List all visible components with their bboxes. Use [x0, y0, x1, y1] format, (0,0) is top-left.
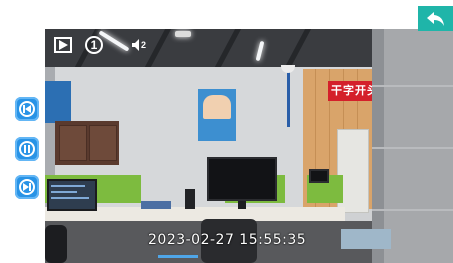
video-frame[interactable]: 干字开头 — [45, 29, 453, 263]
scene-cabinet-door — [59, 125, 87, 161]
scene-poster-left — [45, 81, 71, 123]
pause-button-frame — [15, 137, 39, 161]
scene-pillar — [372, 29, 453, 263]
pause-button[interactable] — [14, 136, 40, 162]
scene-red-sign: 干字开头 — [328, 81, 375, 101]
scene-pillar-shade — [372, 29, 384, 263]
scene-laptop-line — [51, 197, 89, 199]
previous-button[interactable] — [14, 96, 40, 122]
scene-monitor — [207, 157, 277, 201]
scene-cabinet-door — [89, 125, 117, 161]
play-icon[interactable] — [54, 37, 72, 53]
next-button-frame — [15, 175, 39, 199]
next-icon — [23, 183, 31, 191]
scene-ceiling-fixture — [175, 31, 191, 37]
back-arrow-icon — [426, 11, 444, 26]
scene-desk-items — [185, 189, 195, 209]
next-button[interactable] — [14, 174, 40, 200]
scene-monitor-small — [309, 169, 329, 183]
scene-pillar-seam — [372, 147, 453, 149]
scene-laptop — [47, 179, 97, 211]
channel-icon[interactable]: 1 — [85, 36, 103, 54]
previous-icon — [23, 105, 31, 113]
video-timestamp: 2023-02-27 15:55:35 — [148, 232, 307, 248]
next-button-ring — [19, 179, 35, 195]
previous-button-ring — [19, 101, 35, 117]
scene-pillar-seam — [372, 85, 453, 87]
back-button[interactable] — [418, 6, 453, 31]
scene-laptop-line — [51, 185, 85, 187]
scene-bag — [341, 229, 391, 249]
playback-progress[interactable] — [158, 255, 198, 258]
scene-blue-pole — [287, 67, 290, 127]
scene-poster-figures — [203, 95, 231, 119]
scene-desk-items — [141, 201, 171, 209]
scene-pillar-seam — [372, 209, 453, 211]
scene-chair — [45, 225, 67, 263]
previous-button-frame — [15, 97, 39, 121]
playback-screen: 干字开头 1 2 2023-02-27 15:55:35 — [0, 0, 453, 263]
scene-monitor-stand — [238, 201, 246, 209]
volume-level: 2 — [141, 40, 147, 50]
pause-button-ring — [19, 141, 35, 157]
scene-laptop-line — [51, 191, 77, 193]
pause-icon — [24, 145, 30, 153]
channel-number: 1 — [90, 38, 98, 52]
